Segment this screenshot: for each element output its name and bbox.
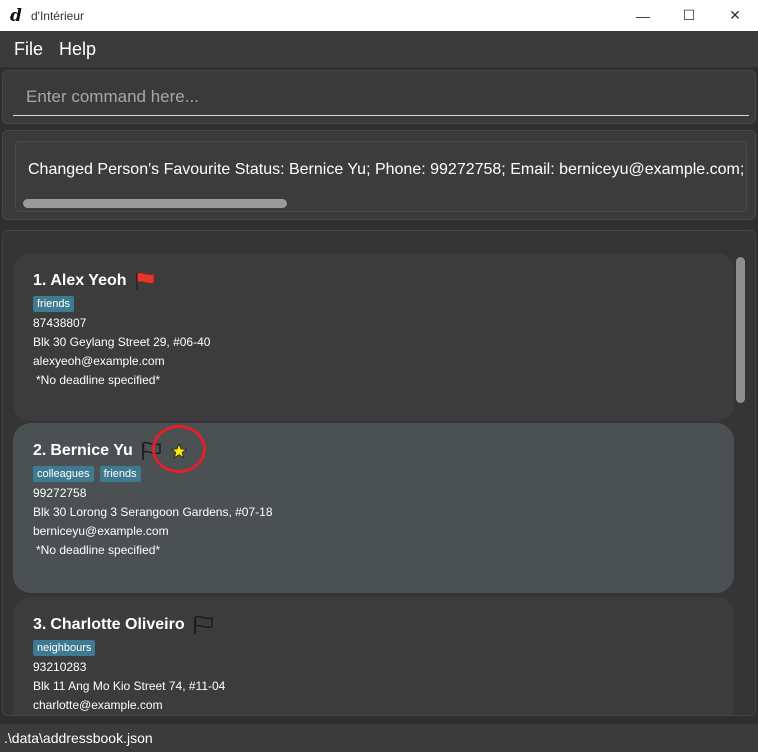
person-email: charlotte@example.com	[33, 698, 163, 712]
person-name: Alex Yeoh	[50, 272, 127, 289]
person-list-panel: 1. Alex Yeoh friends 87438807 Blk 30 Gey…	[2, 230, 756, 716]
person-card-header: 1. Alex Yeoh	[33, 270, 734, 292]
result-display[interactable]: Changed Person's Favourite Status: Berni…	[15, 141, 747, 212]
vertical-scrollbar[interactable]	[736, 257, 745, 403]
favourite-star-icon[interactable]	[151, 425, 206, 473]
person-email: alexyeoh@example.com	[33, 354, 165, 368]
result-message: Changed Person's Favourite Status: Berni…	[28, 161, 746, 178]
tag-list: friends	[33, 294, 734, 314]
save-location: .\data\addressbook.json	[4, 730, 153, 746]
person-deadline: *No deadline specified*	[36, 543, 161, 557]
app-logo-icon: d	[10, 5, 22, 26]
tag-friends: friends	[33, 296, 75, 312]
menu-file[interactable]: File	[6, 39, 51, 60]
result-display-panel: Changed Person's Favourite Status: Berni…	[2, 130, 756, 220]
person-address: Blk 11 Ang Mo Kio Street 74, #11-04	[33, 679, 226, 693]
status-bar: .\data\addressbook.json	[0, 724, 758, 752]
command-placeholder: Enter command here...	[26, 87, 199, 106]
tag-neighbours: neighbours	[33, 640, 96, 656]
command-box-panel: Enter command here...	[2, 70, 756, 124]
person-index: 2.	[33, 442, 47, 459]
minimize-button[interactable]: —	[620, 0, 666, 31]
window-controls: — ☐ ✕	[620, 0, 758, 31]
person-name: Bernice Yu	[50, 442, 133, 459]
tag-colleagues: colleagues	[33, 466, 94, 482]
person-card-header: 3. Charlotte Oliveiro	[33, 614, 734, 636]
person-card[interactable]: 3. Charlotte Oliveiro neighbours 9321028…	[13, 597, 734, 715]
horizontal-scrollbar[interactable]	[23, 199, 287, 208]
annotation-circle	[151, 425, 206, 473]
person-index: 1.	[33, 272, 47, 289]
title-bar: d d'Intérieur — ☐ ✕	[0, 0, 758, 31]
tag-friends: friends	[99, 466, 141, 482]
person-email: berniceyu@example.com	[33, 524, 169, 538]
person-phone: 87438807	[33, 316, 87, 330]
person-card[interactable]: 1. Alex Yeoh friends 87438807 Blk 30 Gey…	[13, 253, 734, 421]
menu-bar: File Help	[0, 31, 758, 67]
tag-list: colleagues friends	[33, 464, 734, 484]
tag-list: neighbours	[33, 638, 734, 658]
person-address: Blk 30 Lorong 3 Serangoon Gardens, #07-1…	[33, 505, 273, 519]
person-index: 3.	[33, 616, 47, 633]
person-address: Blk 30 Geylang Street 29, #06-40	[33, 335, 211, 349]
person-phone: 93210283	[33, 660, 87, 674]
outline-flag-icon[interactable]	[192, 615, 214, 635]
person-phone: 99272758	[33, 486, 87, 500]
maximize-button[interactable]: ☐	[666, 0, 712, 31]
red-flag-icon[interactable]	[134, 271, 156, 291]
menu-help[interactable]: Help	[51, 39, 104, 60]
close-button[interactable]: ✕	[712, 0, 758, 31]
window-title: d'Intérieur	[31, 8, 84, 23]
person-name: Charlotte Oliveiro	[50, 616, 185, 633]
person-deadline: *No deadline specified*	[36, 373, 161, 387]
person-card-selected[interactable]: 2. Bernice Yu colleagues friends 9927275…	[13, 423, 734, 593]
person-card-header: 2. Bernice Yu	[33, 425, 734, 473]
command-input[interactable]: Enter command here...	[13, 79, 749, 116]
